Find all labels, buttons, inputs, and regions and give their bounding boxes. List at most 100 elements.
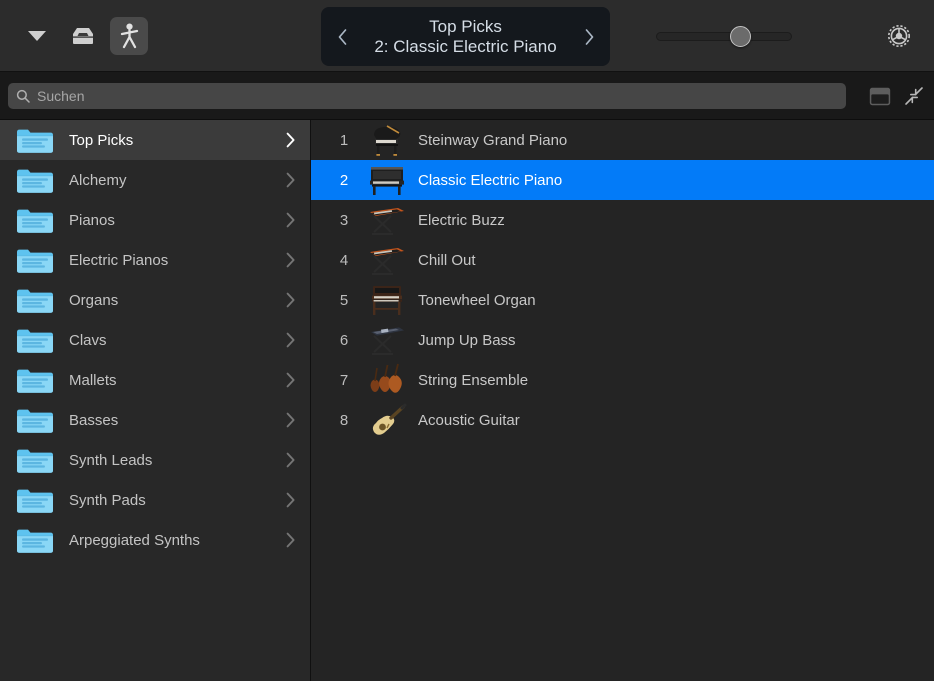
patch-row[interactable]: 2Classic Electric Piano xyxy=(311,160,934,200)
chevron-right-icon xyxy=(285,292,296,308)
sidebar-item-label: Alchemy xyxy=(69,172,279,189)
chevron-right-icon[interactable] xyxy=(279,252,301,268)
instrument-thumbnail xyxy=(365,321,409,359)
sidebar-item-clavs[interactable]: Clavs xyxy=(0,320,310,360)
instrument-thumbnail xyxy=(365,121,409,159)
instrument-thumbnail xyxy=(365,361,409,399)
patch-row[interactable]: 1 Steinway Grand Piano xyxy=(311,120,934,160)
patch-row[interactable]: 3Electric Buzz xyxy=(311,200,934,240)
chevron-right-icon[interactable] xyxy=(279,452,301,468)
category-sidebar[interactable]: Top Picks Alchemy Pianos Electric Pianos Org… xyxy=(0,120,311,681)
folder-icon xyxy=(16,446,54,474)
sidebar-item-label: Pianos xyxy=(69,212,279,229)
folder-icon xyxy=(16,126,54,154)
settings-button[interactable] xyxy=(884,21,914,51)
folder-icon xyxy=(16,286,54,314)
patch-row[interactable]: 5 Tonewheel Organ xyxy=(311,280,934,320)
inbox-tray-button[interactable] xyxy=(64,17,102,55)
folder-icon xyxy=(16,246,54,274)
browser-body: Top Picks Alchemy Pianos Electric Pianos Org… xyxy=(0,120,934,681)
instrument-thumbnail-guitar xyxy=(365,401,409,439)
patch-list-body: 1 Steinway Grand Piano 2Classic Electric P… xyxy=(311,120,934,440)
sidebar-item-arpeggiated-synths[interactable]: Arpeggiated Synths xyxy=(0,520,310,560)
patch-row[interactable]: 4 Chill Out xyxy=(311,240,934,280)
sidebar-item-label: Basses xyxy=(69,412,279,429)
sidebar-item-alchemy[interactable]: Alchemy xyxy=(0,160,310,200)
chevron-right-icon xyxy=(285,452,296,468)
collapse-button[interactable] xyxy=(904,86,924,106)
sidebar-item-label: Electric Pianos xyxy=(69,252,279,269)
sidebar-item-label: Clavs xyxy=(69,332,279,349)
patch-name: Tonewheel Organ xyxy=(418,292,536,309)
folder-icon xyxy=(16,166,54,194)
patch-name: Jump Up Bass xyxy=(418,332,516,349)
chevron-right-icon xyxy=(285,252,296,268)
patch-row[interactable]: 7String Ensemble xyxy=(311,360,934,400)
patch-name: Electric Buzz xyxy=(418,212,505,229)
gear-icon xyxy=(885,22,913,50)
instrument-thumbnail-grand-piano xyxy=(365,121,409,159)
chevron-right-icon[interactable] xyxy=(279,292,301,308)
chevron-right-icon xyxy=(584,28,595,46)
volume-slider[interactable] xyxy=(656,27,792,45)
slider-knob[interactable] xyxy=(730,26,751,47)
search-row-icons xyxy=(869,72,924,120)
chevron-right-icon[interactable] xyxy=(279,372,301,388)
chevron-right-icon[interactable] xyxy=(279,172,301,188)
patch-list[interactable]: 1 Steinway Grand Piano 2Classic Electric P… xyxy=(311,120,934,681)
layout-view-button[interactable] xyxy=(869,87,891,106)
search-input[interactable]: Suchen xyxy=(37,89,84,103)
chevron-right-icon[interactable] xyxy=(279,212,301,228)
menu-caret-button[interactable] xyxy=(18,17,56,55)
folder-icon xyxy=(16,526,54,554)
instrument-thumbnail xyxy=(365,401,409,439)
folder-icon xyxy=(16,486,54,514)
sidebar-item-label: Arpeggiated Synths xyxy=(69,532,279,549)
chevron-right-icon[interactable] xyxy=(279,412,301,428)
sidebar-item-top-picks[interactable]: Top Picks xyxy=(0,120,310,160)
instrument-thumbnail-upright-piano xyxy=(365,161,409,199)
chevron-right-icon[interactable] xyxy=(279,132,301,148)
patch-name: Chill Out xyxy=(418,252,476,269)
folder-icon xyxy=(16,526,54,554)
chevron-right-icon xyxy=(285,212,296,228)
sidebar-item-mallets[interactable]: Mallets xyxy=(0,360,310,400)
toolbar-left-group xyxy=(18,0,148,72)
folder-icon xyxy=(16,286,54,314)
chevron-right-icon[interactable] xyxy=(279,332,301,348)
search-field[interactable]: Suchen xyxy=(8,83,846,109)
instrument-thumbnail xyxy=(365,281,409,319)
patch-number: 2 xyxy=(331,172,357,189)
display-prev-button[interactable] xyxy=(333,26,351,48)
patch-display: Top Picks 2: Classic Electric Piano xyxy=(321,7,610,66)
chevron-right-icon[interactable] xyxy=(279,532,301,548)
patch-number: 4 xyxy=(331,252,357,269)
chevron-right-icon xyxy=(285,332,296,348)
folder-icon xyxy=(16,486,54,514)
instrument-thumbnail-keyboard-stand xyxy=(365,201,409,239)
patch-number: 5 xyxy=(331,292,357,309)
patch-name: Acoustic Guitar xyxy=(418,412,520,429)
folder-icon xyxy=(16,166,54,194)
patch-name: Steinway Grand Piano xyxy=(418,132,567,149)
sidebar-item-electric-pianos[interactable]: Electric Pianos xyxy=(0,240,310,280)
sidebar-item-synth-pads[interactable]: Synth Pads xyxy=(0,480,310,520)
layout-view-icon xyxy=(869,87,891,106)
collapse-arrows-icon xyxy=(904,86,924,106)
sidebar-item-pianos[interactable]: Pianos xyxy=(0,200,310,240)
patch-row[interactable]: 6Jump Up Bass xyxy=(311,320,934,360)
patch-number: 1 xyxy=(331,132,357,149)
sidebar-item-synth-leads[interactable]: Synth Leads xyxy=(0,440,310,480)
patch-row[interactable]: 8Acoustic Guitar xyxy=(311,400,934,440)
sidebar-list: Top Picks Alchemy Pianos Electric Pianos Org… xyxy=(0,120,310,560)
sidebar-item-basses[interactable]: Basses xyxy=(0,400,310,440)
display-patch-name: 2: Classic Electric Piano xyxy=(353,37,578,56)
instrument-thumbnail-synth-stand xyxy=(365,321,409,359)
sidebar-item-label: Top Picks xyxy=(69,132,279,149)
chevron-right-icon[interactable] xyxy=(279,492,301,508)
display-next-button[interactable] xyxy=(580,26,598,48)
sidebar-item-organs[interactable]: Organs xyxy=(0,280,310,320)
chevron-left-icon xyxy=(337,28,348,46)
performer-button[interactable] xyxy=(110,17,148,55)
slider-track xyxy=(656,32,792,41)
